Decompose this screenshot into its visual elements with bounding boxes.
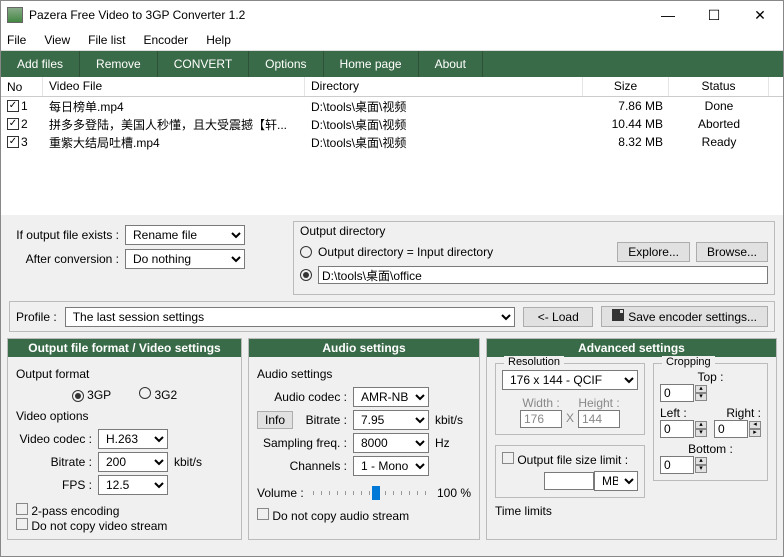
explore-button[interactable]: Explore... — [617, 242, 690, 262]
save-profile-button[interactable]: Save encoder settings... — [601, 306, 768, 327]
menu-file[interactable]: File — [7, 33, 26, 47]
video-codec-select[interactable]: H.263 — [98, 429, 168, 449]
outdir-path-input[interactable] — [318, 266, 768, 284]
crop-bottom-input[interactable] — [660, 456, 694, 474]
menu-help[interactable]: Help — [206, 33, 231, 47]
channels-select[interactable]: 1 - Mono — [353, 456, 429, 476]
menu-encoder[interactable]: Encoder — [143, 33, 188, 47]
audio-codec-select[interactable]: AMR-NB — [353, 387, 429, 407]
after-conversion-select[interactable]: Do nothing — [125, 249, 245, 269]
profile-bar: Profile : The last session settings <- L… — [9, 301, 775, 332]
options-button[interactable]: Options — [249, 51, 323, 77]
menu-filelist[interactable]: File list — [88, 33, 125, 47]
crop-right-input[interactable] — [714, 420, 748, 438]
menu-view[interactable]: View — [44, 33, 70, 47]
no-copy-audio-checkbox[interactable] — [257, 508, 269, 520]
panel-header: Advanced settings — [487, 339, 776, 357]
titlebar: Pazera Free Video to 3GP Converter 1.2 —… — [1, 1, 783, 29]
table-row[interactable]: ✓3 重紫大结局吐槽.mp4 D:\tools\桌面\视频 8.32 MB Re… — [1, 133, 783, 151]
advanced-settings-panel: Advanced settings Resolution 176 x 144 -… — [486, 338, 777, 540]
output-exists-select[interactable]: Rename file — [125, 225, 245, 245]
height-input[interactable] — [578, 410, 620, 428]
output-dir-legend: Output directory — [300, 224, 385, 238]
size-limit-group: Output file size limit : MB — [495, 445, 645, 498]
video-settings-panel: Output file format / Video settings Outp… — [7, 338, 242, 540]
maximize-button[interactable]: ☐ — [691, 1, 737, 29]
close-button[interactable]: ✕ — [737, 1, 783, 29]
col-no[interactable]: No — [1, 77, 43, 96]
size-unit-select[interactable]: MB — [594, 471, 638, 491]
panel-header: Audio settings — [249, 339, 479, 357]
volume-slider[interactable] — [313, 491, 431, 495]
video-bitrate-select[interactable]: 200 — [98, 452, 168, 472]
fps-select[interactable]: 12.5 — [98, 475, 168, 495]
outdir-custom-radio[interactable] — [300, 269, 312, 281]
row-checkbox[interactable]: ✓ — [7, 100, 19, 112]
profile-label: Profile : — [16, 310, 57, 324]
window-title: Pazera Free Video to 3GP Converter 1.2 — [29, 8, 645, 22]
sampling-freq-select[interactable]: 8000 — [353, 433, 429, 453]
after-conversion-label: After conversion : — [9, 252, 119, 266]
app-icon — [7, 7, 23, 23]
browse-button[interactable]: Browse... — [696, 242, 768, 262]
no-copy-video-checkbox[interactable] — [16, 518, 28, 530]
output-dir-group: Output directory Output directory = Inpu… — [293, 221, 775, 295]
cropping-group: Cropping Top : ▴▾ Left :▴▾ Right :◂▸ Bot… — [653, 363, 768, 481]
output-exists-label: If output file exists : — [9, 228, 119, 242]
list-header: No Video File Directory Size Status — [1, 77, 783, 97]
about-button[interactable]: About — [419, 51, 483, 77]
outdir-same-radio[interactable] — [300, 246, 312, 258]
table-row[interactable]: ✓1 每日榜单.mp4 D:\tools\桌面\视频 7.86 MB Done — [1, 97, 783, 115]
width-input[interactable] — [520, 410, 562, 428]
format-3gp-radio[interactable] — [72, 390, 84, 402]
audio-bitrate-select[interactable]: 7.95 — [353, 410, 429, 430]
col-size[interactable]: Size — [583, 77, 669, 96]
remove-button[interactable]: Remove — [80, 51, 158, 77]
profile-select[interactable]: The last session settings — [65, 307, 516, 327]
toolbar: Add files Remove CONVERT Options Home pa… — [1, 51, 783, 77]
time-limits-label: Time limits — [495, 504, 645, 518]
spin-down[interactable]: ▾ — [695, 393, 707, 401]
mid-panel: If output file exists : Rename file Afte… — [1, 215, 783, 299]
row-checkbox[interactable]: ✓ — [7, 136, 19, 148]
file-list: ✓1 每日榜单.mp4 D:\tools\桌面\视频 7.86 MB Done … — [1, 97, 783, 215]
resolution-group: Resolution 176 x 144 - QCIF Width : X He… — [495, 363, 645, 435]
col-dir[interactable]: Directory — [305, 77, 583, 96]
crop-top-input[interactable] — [660, 384, 694, 402]
info-button[interactable]: Info — [257, 411, 293, 429]
home-page-button[interactable]: Home page — [324, 51, 419, 77]
add-files-button[interactable]: Add files — [1, 51, 80, 77]
size-limit-checkbox[interactable] — [502, 452, 514, 464]
resolution-select[interactable]: 176 x 144 - QCIF — [502, 370, 638, 390]
row-checkbox[interactable]: ✓ — [7, 118, 19, 130]
two-pass-checkbox[interactable] — [16, 503, 28, 515]
col-file[interactable]: Video File — [43, 77, 305, 96]
convert-button[interactable]: CONVERT — [158, 51, 249, 77]
menubar: File View File list Encoder Help — [1, 29, 783, 51]
col-status[interactable]: Status — [669, 77, 769, 96]
format-3g2-radio[interactable] — [139, 387, 151, 399]
audio-settings-panel: Audio settings Audio settings Audio code… — [248, 338, 480, 540]
size-limit-input[interactable] — [544, 472, 594, 490]
table-row[interactable]: ✓2 拼多多登陆，美国人秒懂，且大受震撼【轩... D:\tools\桌面\视频… — [1, 115, 783, 133]
panel-header: Output file format / Video settings — [8, 339, 241, 357]
spin-up[interactable]: ▴ — [695, 385, 707, 393]
load-profile-button[interactable]: <- Load — [523, 307, 593, 327]
save-icon — [612, 309, 624, 321]
minimize-button[interactable]: — — [645, 1, 691, 29]
crop-left-input[interactable] — [660, 420, 694, 438]
